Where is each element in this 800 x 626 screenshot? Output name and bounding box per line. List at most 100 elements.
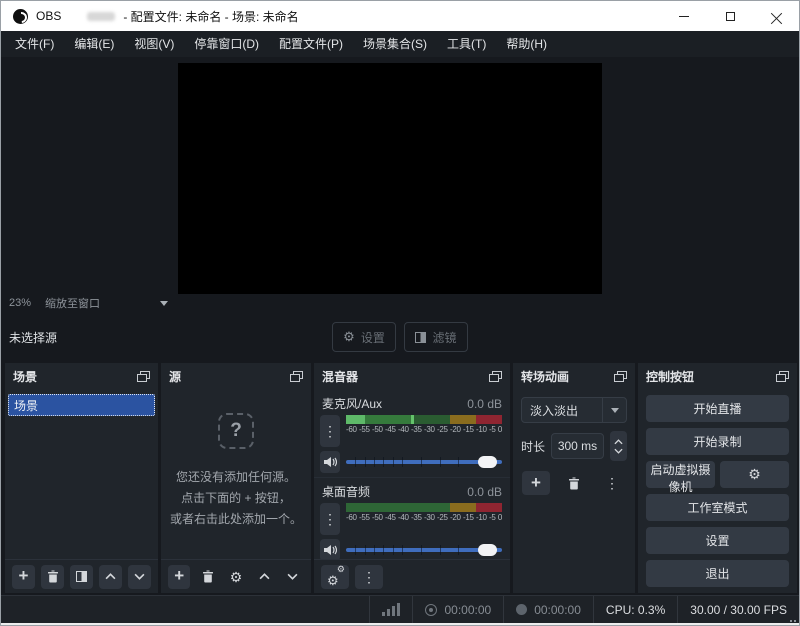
popout-icon[interactable] [489,371,502,382]
transitions-dock: 转场动画 淡入淡出 时长 300 ms + [513,363,635,593]
source-up-button[interactable] [253,565,275,589]
menu-tools[interactable]: 工具(T) [437,31,496,57]
start-recording-button[interactable]: 开始录制 [646,428,789,455]
remove-transition-button[interactable] [560,471,588,495]
preview-canvas[interactable] [178,63,602,294]
mixer-channel-mic: 麦克风/Aux 0.0 dB ⋮ -60-55-50-45-40-35-30-2… [314,390,510,477]
add-source-button[interactable]: + [168,565,190,589]
scene-list-item-selected[interactable]: 场景 [8,394,155,416]
controls-dock: 控制按钮 开始直播 开始录制 启动虚拟摄像机 ⚙ 工作室模式 设置 退出 [638,363,797,593]
source-toolbar: 未选择源 ⚙ 设置 滤镜 [1,311,799,363]
signal-bars-icon [382,603,400,616]
sources-toolbar: + ⚙ [161,559,311,593]
menu-view[interactable]: 视图(V) [124,31,184,57]
popout-icon[interactable] [290,371,303,382]
start-virtual-camera-button[interactable]: 启动虚拟摄像机 [646,461,715,488]
scenes-toolbar: + [5,559,158,593]
channel-menu-button[interactable]: ⋮ [320,415,340,447]
start-streaming-button[interactable]: 开始直播 [646,395,789,422]
trash-icon [47,570,59,583]
exit-button[interactable]: 退出 [646,560,789,587]
duration-stepper [610,431,627,461]
scene-down-button[interactable] [128,565,151,589]
source-properties-button[interactable]: ⚙ [225,565,247,589]
stepper-up-icon[interactable] [614,439,623,445]
obs-logo-icon [13,9,28,24]
volume-db-label: 0.0 dB [467,485,502,499]
source-settings-button[interactable]: ⚙ 设置 [332,322,396,352]
gear-icon: ⚙ [748,466,761,482]
volume-slider-handle[interactable] [478,456,497,468]
source-down-button[interactable] [282,565,304,589]
menu-scene-collection[interactable]: 场景集合(S) [353,31,437,57]
popout-icon[interactable] [137,371,150,382]
connection-quality [369,596,412,623]
mute-button[interactable] [320,451,340,473]
gear-icon: ⚙ [343,329,355,345]
scene-list[interactable]: 场景 [5,390,158,559]
scene-up-button[interactable] [99,565,122,589]
remove-scene-button[interactable] [41,565,64,589]
source-filters-label: 滤镜 [432,329,456,346]
add-scene-button[interactable]: + [12,565,35,589]
add-transition-button[interactable]: + [522,471,550,495]
minimize-icon [679,16,689,17]
settings-button[interactable]: 设置 [646,527,789,554]
gear-icon: ⚙ [230,570,243,584]
audio-source-name: 桌面音频 [322,483,370,500]
maximize-button[interactable] [707,1,753,31]
minimize-button[interactable] [661,1,707,31]
duration-label: 时长 [521,438,545,455]
plus-icon: + [531,474,541,491]
advanced-audio-button[interactable]: ⚙⚙ [321,565,349,589]
record-icon [516,604,527,615]
volume-db-label: 0.0 dB [467,397,502,411]
popout-icon[interactable] [776,371,789,382]
scene-filters-button[interactable] [70,565,93,589]
close-button[interactable] [753,1,799,31]
menu-edit[interactable]: 编辑(E) [64,31,124,57]
window-title: - 配置文件: 未命名 - 场景: 未命名 [123,8,298,25]
mixer-menu-button[interactable]: ⋮ [355,565,383,589]
menu-profile[interactable]: 配置文件(P) [269,31,353,57]
preview-area [1,57,799,295]
menu-help[interactable]: 帮助(H) [496,31,557,57]
double-gear-icon: ⚙⚙ [327,570,343,584]
fps-display: 30.00 / 30.00 FPS [677,596,799,623]
popout-icon[interactable] [614,371,627,382]
mixer-dock-title: 混音器 [322,368,358,385]
audio-source-name: 麦克风/Aux [322,395,382,412]
transition-selected-value: 淡入淡出 [522,402,578,419]
db-scale: -60-55-50-45-40-35-30-25-20-15-10-50 [346,513,502,522]
status-bar: 00:00:00 00:00:00 CPU: 0.3% 30.00 / 30.0… [1,595,799,623]
menu-bar: 文件(F) 编辑(E) 视图(V) 停靠窗口(D) 配置文件(P) 场景集合(S… [1,31,799,57]
duration-input[interactable]: 300 ms [551,433,604,459]
source-filters-button[interactable]: 滤镜 [404,322,468,352]
preview-zoom-control[interactable]: 23% 缩放至窗口 [1,295,799,311]
transition-select[interactable]: 淡入淡出 [521,397,627,423]
channel-menu-button[interactable]: ⋮ [320,503,340,535]
menu-file[interactable]: 文件(F) [5,31,64,57]
close-icon [771,11,782,22]
source-settings-label: 设置 [361,329,385,346]
maximize-icon [726,12,735,21]
volume-slider-handle[interactable] [478,544,497,556]
resize-grip[interactable] [788,614,796,622]
mute-button[interactable] [320,539,340,559]
transition-properties-button[interactable]: ⋮ [598,471,626,495]
stepper-down-icon[interactable] [614,448,623,454]
kebab-icon: ⋮ [323,423,337,440]
virtual-camera-settings-button[interactable]: ⚙ [720,461,789,488]
broadcast-icon [425,604,437,616]
kebab-icon: ⋮ [323,511,337,528]
sources-empty-state: ? 您还没有添加任何源。 点击下面的 + 按钮， 或者右击此处添加一个。 [161,390,311,559]
volume-slider[interactable] [346,541,502,559]
source-list[interactable]: ? 您还没有添加任何源。 点击下面的 + 按钮， 或者右击此处添加一个。 [161,390,311,559]
studio-mode-button[interactable]: 工作室模式 [646,494,789,521]
remove-source-button[interactable] [196,565,218,589]
filter-icon [415,332,426,343]
menu-docks[interactable]: 停靠窗口(D) [184,31,269,57]
chevron-down-icon [160,301,168,306]
cpu-label: CPU: 0.3% [606,603,665,617]
volume-slider[interactable] [346,453,502,471]
